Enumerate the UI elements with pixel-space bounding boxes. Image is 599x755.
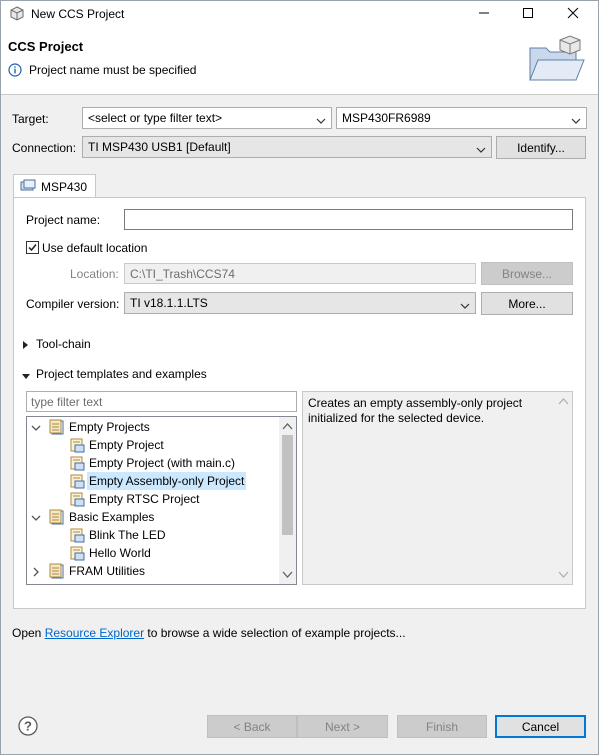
location-label: Location: (70, 267, 119, 281)
target-filter-value: <select or type filter text> (88, 111, 223, 125)
back-button[interactable]: < Back (207, 715, 297, 738)
description-scrollbar[interactable] (555, 392, 572, 584)
target-device-combo[interactable]: MSP430FR6989 (336, 107, 587, 129)
finish-button[interactable]: Finish (397, 715, 487, 738)
tree-scroll-thumb[interactable] (282, 435, 293, 535)
tree-folder-item[interactable]: Basic Examples (67, 508, 156, 526)
template-project-icon (69, 455, 85, 474)
connection-combo[interactable]: TI MSP430 USB1 [Default] (82, 136, 492, 158)
tree-folder-item[interactable]: FRAM Utilities (67, 562, 147, 580)
triangle-down-icon (22, 374, 30, 379)
next-button[interactable]: Next > (297, 715, 388, 738)
template-folder-icon (49, 509, 65, 528)
tab-label: MSP430 (41, 180, 88, 194)
tree-template-item[interactable]: Empty RTSC Project (87, 490, 201, 508)
expand-toggle-icon[interactable] (31, 566, 41, 580)
checkmark-icon (28, 244, 37, 252)
tool-chain-label[interactable]: Tool-chain (36, 337, 91, 351)
minimize-button[interactable] (462, 0, 506, 28)
templates-expand-toggle[interactable] (21, 370, 31, 379)
resource-explorer-link[interactable]: Resource Explorer (45, 626, 144, 640)
maximize-button[interactable] (506, 0, 550, 28)
chevron-down-icon (316, 114, 326, 124)
scroll-up-icon[interactable] (279, 419, 296, 435)
template-project-icon (69, 437, 85, 456)
tree-template-item[interactable]: Empty Project (with main.c) (87, 454, 237, 472)
compiler-version-combo[interactable]: TI v18.1.1.LTS (124, 292, 476, 314)
open-text: Open (12, 626, 45, 640)
maximize-icon (522, 7, 534, 22)
resource-explorer-sentence: Open Resource Explorer to browse a wide … (12, 626, 406, 640)
help-icon: ? (18, 716, 38, 736)
help-glyph: ? (24, 719, 32, 734)
scroll-up-icon[interactable] (555, 394, 572, 410)
connection-label: Connection: (12, 141, 77, 155)
scroll-down-icon[interactable] (279, 566, 296, 582)
tree-template-item[interactable]: Blink The LED (87, 526, 167, 544)
tab-msp430[interactable]: MSP430 (13, 174, 96, 198)
template-filter-input[interactable]: type filter text (26, 391, 297, 412)
rest-text: to browse a wide selection of example pr… (144, 626, 406, 640)
page-title: CCS Project (8, 39, 84, 54)
tool-chain-expand-toggle[interactable] (22, 339, 30, 349)
collapse-toggle-icon[interactable] (31, 512, 41, 526)
close-window-button[interactable] (551, 0, 595, 28)
chevron-down-icon (476, 143, 486, 153)
app-icon (9, 6, 25, 22)
scroll-down-icon[interactable] (555, 566, 572, 582)
wizard-header (1, 28, 598, 94)
project-name-input[interactable] (124, 209, 573, 230)
minimize-icon (478, 7, 490, 22)
folder-wizard-icon (526, 34, 588, 86)
close-icon (567, 7, 579, 22)
cancel-button[interactable]: Cancel (495, 715, 586, 738)
browse-button[interactable]: Browse... (481, 262, 573, 285)
template-project-icon (69, 473, 85, 492)
more-button[interactable]: More... (481, 292, 573, 315)
template-project-icon (69, 527, 85, 546)
location-input[interactable]: C:\TI_Trash\CCS74 (124, 263, 476, 284)
device-icon (20, 179, 36, 193)
tree-scrollbar[interactable] (279, 417, 296, 584)
target-filter-combo[interactable]: <select or type filter text> (82, 107, 332, 129)
chevron-down-icon (571, 114, 581, 124)
tree-template-item[interactable]: Empty Assembly-only Project (87, 472, 247, 490)
template-description-box: Creates an empty assembly-only project i… (302, 391, 573, 585)
templates-section-label[interactable]: Project templates and examples (36, 367, 207, 381)
template-description: Creates an empty assembly-only project i… (308, 396, 523, 425)
triangle-right-icon (23, 341, 28, 349)
tree-folder-item[interactable]: Empty Projects (67, 418, 152, 436)
template-folder-icon (49, 563, 65, 582)
use-default-location-checkbox[interactable] (26, 241, 39, 254)
header-message: Project name must be specified (29, 63, 197, 77)
compiler-version-value: TI v18.1.1.LTS (130, 296, 208, 310)
template-filter-placeholder: type filter text (31, 395, 103, 409)
identify-button[interactable]: Identify... (496, 136, 586, 159)
project-name-label: Project name: (26, 213, 101, 227)
tree-template-item[interactable]: Hello World (87, 544, 153, 562)
help-button[interactable]: ? (18, 716, 38, 736)
use-default-location-label: Use default location (42, 241, 148, 255)
info-icon (8, 63, 22, 77)
connection-value: TI MSP430 USB1 [Default] (88, 140, 231, 154)
templates-tree[interactable]: Empty Projects Empty Project Empty Project… (26, 416, 297, 585)
collapse-toggle-icon[interactable] (31, 422, 41, 436)
location-value: C:\TI_Trash\CCS74 (130, 267, 235, 281)
tree-template-item[interactable]: Empty Project (87, 436, 166, 454)
template-folder-icon (49, 419, 65, 438)
window-title: New CCS Project (31, 7, 125, 21)
target-device-value: MSP430FR6989 (342, 111, 431, 125)
chevron-down-icon (460, 299, 470, 309)
target-label: Target: (12, 112, 49, 126)
compiler-version-label: Compiler version: (26, 297, 120, 311)
